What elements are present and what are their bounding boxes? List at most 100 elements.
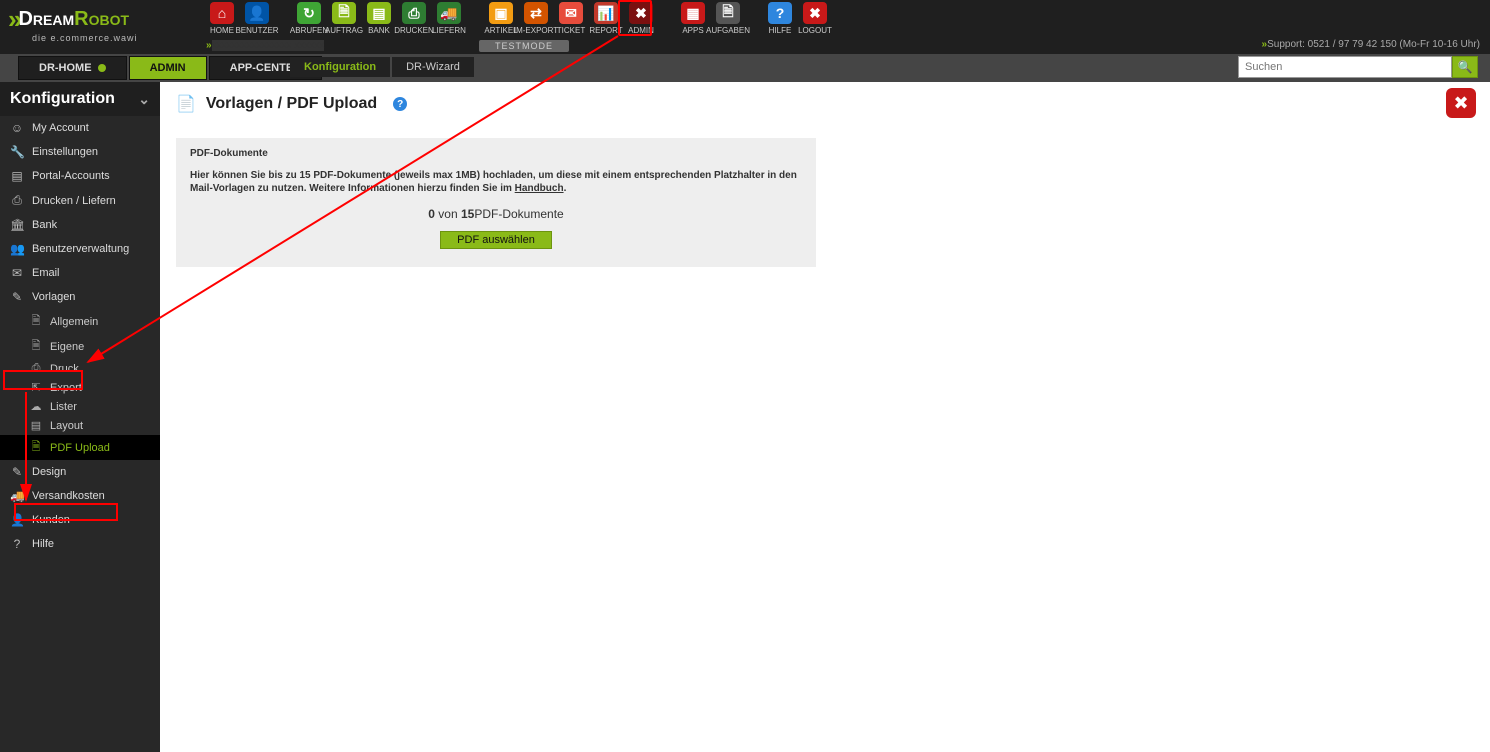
topnav-benutzer[interactable]: 👤BENUTZER (241, 2, 273, 35)
topbar: » DreamRobot die e.commerce.wawi ⌂HOME👤B… (0, 0, 1490, 54)
topnav-label: AUFTRAG (325, 26, 363, 35)
sidebar-label: Email (32, 267, 60, 279)
sidebar-item-benutzerverwaltung[interactable]: 👥Benutzerverwaltung (0, 237, 160, 261)
panel-heading: PDF-Dokumente (190, 148, 802, 159)
secondary-bar: DR-HOMEADMINAPP-CENTER KonfigurationDR-W… (0, 54, 1490, 82)
sidebar-sub-druck[interactable]: ⎙ Druck (0, 359, 160, 378)
pdf-panel: PDF-Dokumente Hier können Sie bis zu 15 … (176, 138, 816, 267)
topnav-label: ARTIKEL (484, 26, 517, 35)
sidebar-icon: 👥 (10, 242, 24, 256)
topnav-ticket[interactable]: ✉TICKET (555, 2, 587, 35)
search-input[interactable] (1238, 56, 1452, 78)
brand-logo[interactable]: » DreamRobot die e.commerce.wawi (8, 4, 138, 43)
topnav-apps[interactable]: ▦APPS (677, 2, 709, 35)
sidebar-sub-layout[interactable]: ▤Layout (0, 416, 160, 435)
sidebar-sub-allgemein[interactable]: 🗎Allgemein (0, 309, 160, 334)
topnav-auftrag[interactable]: 🗎AUFTRAG (328, 2, 360, 35)
topnav-im-export[interactable]: ⇄IM-EXPORT (520, 2, 552, 35)
sidebar-icon: 👤 (10, 513, 24, 527)
sidebar-icon: 🚚 (10, 489, 24, 503)
topnav-label: LIEFERN (432, 26, 466, 35)
sidebar-label: Portal-Accounts (32, 170, 110, 182)
topnav-label: AUFGABEN (706, 26, 750, 35)
bank-icon: ▤ (367, 2, 391, 24)
topnav-home[interactable]: ⌂HOME (206, 2, 238, 35)
sidebar-icon: ✉ (10, 266, 24, 280)
topnav-drucken[interactable]: ⎙DRUCKEN (398, 2, 430, 35)
apps-icon: ▦ (681, 2, 705, 24)
liefern-icon: 🚚 (437, 2, 461, 24)
sidebar-icon: ? (10, 537, 24, 551)
aufgaben-icon: 🗎 (716, 2, 740, 24)
search-button[interactable]: 🔍 (1452, 56, 1478, 78)
sidebar-label: Vorlagen (32, 291, 75, 303)
topnav-aufgaben[interactable]: 🗎AUFGABEN (712, 2, 744, 35)
sidebar-item-bank[interactable]: 🏛 Bank (0, 213, 160, 237)
topnav-label: IM-EXPORT (514, 26, 558, 35)
pdf-select-button[interactable]: PDF auswählen (440, 231, 552, 249)
sidebar-label: PDF Upload (50, 442, 110, 454)
sub-tabs: KonfigurationDR-Wizard (290, 57, 474, 77)
subtab-konfiguration[interactable]: Konfiguration (290, 57, 390, 77)
topnav-label: ADMIN (628, 26, 654, 35)
subtab-dr-wizard[interactable]: DR-Wizard (392, 57, 474, 77)
sidebar-label: Eigene (50, 341, 84, 353)
sidebar-sub-lister[interactable]: ☁Lister (0, 397, 160, 416)
admin-tools-float-button[interactable]: ✖ (1446, 88, 1476, 118)
support-info: »Support: 0521 / 97 79 42 150 (Mo-Fr 10-… (1262, 39, 1480, 50)
sidebar-label: Druck (50, 363, 79, 375)
topnav-label: LOGOUT (798, 26, 832, 35)
topnav-abrufen[interactable]: ↻ABRUFEN (293, 2, 325, 35)
sidebar-label: My Account (32, 122, 89, 134)
hilfe-icon: ? (768, 2, 792, 24)
topnav-hilfe[interactable]: ?HILFE (764, 2, 796, 35)
topnav-label: TICKET (557, 26, 585, 35)
sidebar-item-design[interactable]: ✎Design (0, 460, 160, 484)
topnav-report[interactable]: 📊REPORT (590, 2, 622, 35)
sidebar-icon: ⎙ (10, 193, 24, 208)
main-content: 📄 Vorlagen / PDF Upload ? PDF-Dokumente … (160, 82, 1490, 752)
sidebar-icon: ☁ (30, 400, 42, 413)
sidebar-icon: 🔧 (10, 145, 24, 159)
topnav-artikel[interactable]: ▣ARTIKEL (485, 2, 517, 35)
search-wrap: 🔍 (1238, 56, 1478, 78)
benutzer-icon: 👤 (245, 2, 269, 24)
sidebar-icon: 🏛 (10, 218, 24, 232)
drucken-icon: ⎙ (402, 2, 426, 24)
sidebar-icon: 🗎 (30, 438, 42, 457)
sidebar-item-versandkosten[interactable]: 🚚Versandkosten (0, 484, 160, 508)
sidebar-label: Bank (32, 219, 57, 231)
status-dot-icon (98, 64, 106, 72)
handbook-link[interactable]: Handbuch (515, 183, 564, 194)
tools-icon: ✖ (1453, 93, 1468, 114)
sidebar-icon: ⎙ (30, 362, 42, 375)
sidebar-icon: 🗎 (30, 337, 42, 356)
sidebar-sub-pdf-upload[interactable]: 🗎 PDF Upload (0, 435, 160, 460)
sidebar-label: Hilfe (32, 538, 54, 550)
sidebar-item-my-account[interactable]: ☺My Account (0, 116, 160, 140)
sidebar-sub-export[interactable]: ⇱Export (0, 378, 160, 397)
topnav-admin[interactable]: ✖ADMIN (625, 2, 657, 35)
module-tab-admin[interactable]: ADMIN (129, 56, 207, 80)
topnav-label: REPORT (589, 26, 622, 35)
logo-chevron-icon: » (8, 4, 16, 35)
topnav-logout[interactable]: ✖LOGOUT (799, 2, 831, 35)
sidebar-item-email[interactable]: ✉ Email (0, 261, 160, 285)
sidebar-item-hilfe[interactable]: ? Hilfe (0, 532, 160, 556)
logo-dream: Dream (18, 8, 74, 31)
sidebar-sub-eigene[interactable]: 🗎 Eigene (0, 334, 160, 359)
module-tab-dr-home[interactable]: DR-HOME (18, 56, 127, 80)
sidebar-item-kunden[interactable]: 👤Kunden (0, 508, 160, 532)
topnav-label: BANK (368, 26, 390, 35)
sidebar-item-vorlagen[interactable]: ✎Vorlagen (0, 285, 160, 309)
topnav-liefern[interactable]: 🚚 LIEFERN (433, 2, 465, 35)
sidebar-item-einstellungen[interactable]: 🔧Einstellungen (0, 140, 160, 164)
panel-description: Hier können Sie bis zu 15 PDF-Dokumente … (190, 169, 802, 195)
topnav-bank[interactable]: ▤ BANK (363, 2, 395, 35)
sidebar-item-drucken-liefern[interactable]: ⎙Drucken / Liefern (0, 188, 160, 213)
page-title-row: 📄 Vorlagen / PDF Upload ? (176, 94, 1474, 114)
help-icon[interactable]: ? (393, 97, 407, 111)
sidebar-label: Allgemein (50, 316, 98, 328)
sidebar-header[interactable]: Konfiguration ⌄ (0, 82, 160, 116)
sidebar-item-portal-accounts[interactable]: ▤Portal-Accounts (0, 164, 160, 188)
